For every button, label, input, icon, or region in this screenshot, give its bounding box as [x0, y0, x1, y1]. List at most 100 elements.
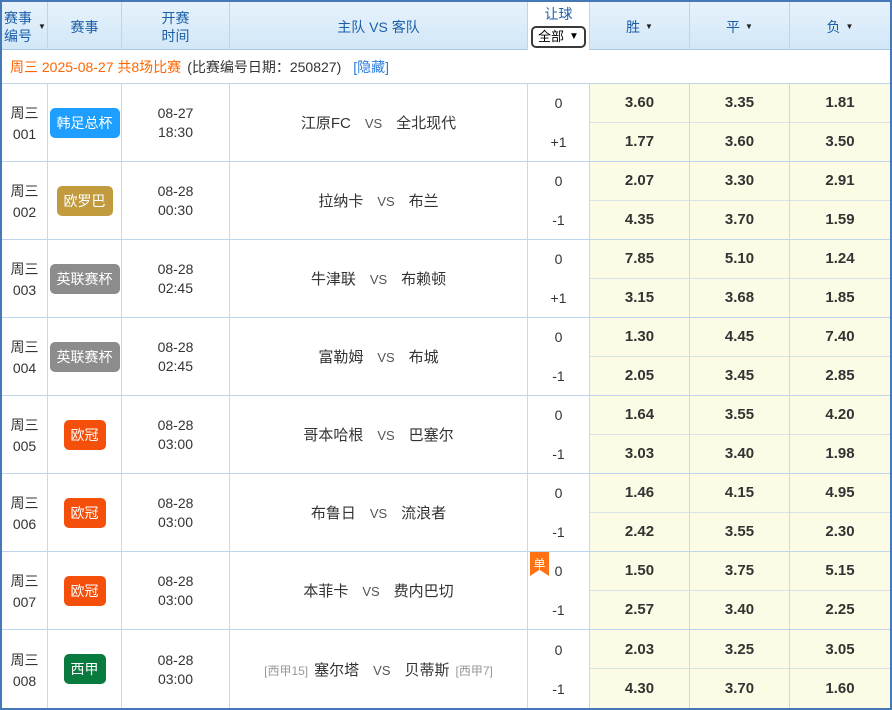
handicap-value: 0 — [528, 84, 589, 123]
handicap-cell: 0 -1 — [528, 162, 590, 239]
match-number-cell: 周三 003 — [2, 240, 48, 317]
win-odds[interactable]: 2.42 — [590, 513, 689, 552]
lose-odds[interactable]: 3.05 — [790, 630, 890, 669]
league-badge: 欧冠 — [64, 576, 106, 606]
draw-odds[interactable]: 3.45 — [690, 357, 789, 396]
lose-odds[interactable]: 1.24 — [790, 240, 890, 279]
header-match-no-sort[interactable]: 赛事编号 ▼ — [2, 2, 48, 51]
lose-odds-cell: 5.15 2.25 — [790, 552, 890, 629]
lose-odds[interactable]: 2.85 — [790, 357, 890, 396]
lose-odds[interactable]: 1.98 — [790, 435, 890, 474]
match-time: 02:45 — [158, 280, 193, 296]
win-odds-cell: 2.07 4.35 — [590, 162, 690, 239]
handicap-cell: 0 -1 — [528, 318, 590, 395]
away-team: 布赖顿 — [401, 271, 446, 288]
win-odds[interactable]: 3.03 — [590, 435, 689, 474]
win-odds[interactable]: 1.30 — [590, 318, 689, 357]
lose-odds[interactable]: 3.50 — [790, 123, 890, 162]
win-odds-cell: 1.46 2.42 — [590, 474, 690, 551]
lose-odds[interactable]: 2.91 — [790, 162, 890, 201]
lose-odds[interactable]: 5.15 — [790, 552, 890, 591]
lose-odds-cell: 7.40 2.85 — [790, 318, 890, 395]
match-date: 08-28 — [158, 495, 194, 511]
draw-odds-cell: 3.30 3.70 — [690, 162, 790, 239]
home-team: 富勒姆 — [318, 349, 363, 366]
match-date: 08-28 — [158, 573, 194, 589]
win-odds[interactable]: 2.03 — [590, 630, 689, 669]
draw-odds-cell: 3.75 3.40 — [690, 552, 790, 629]
handicap-value: -1 — [528, 591, 589, 630]
vs-label: VS — [377, 428, 394, 443]
handicap-cell: 0 -1 — [528, 630, 590, 708]
win-odds[interactable]: 4.35 — [590, 201, 689, 240]
league-badge: 西甲 — [64, 654, 106, 684]
away-team: 布城 — [409, 349, 439, 366]
match-date: 08-28 — [158, 417, 194, 433]
away-team: 贝蒂斯 — [405, 662, 450, 679]
win-odds[interactable]: 3.60 — [590, 84, 689, 123]
win-odds[interactable]: 2.05 — [590, 357, 689, 396]
teams-cell: 哥本哈根VS巴塞尔 — [230, 396, 528, 473]
lose-odds[interactable]: 2.25 — [790, 591, 890, 630]
match-date: 08-28 — [158, 652, 194, 668]
league-badge: 英联赛杯 — [50, 342, 120, 372]
match-no: 001 — [13, 126, 36, 142]
header-lose-sort[interactable]: 负 ▼ — [790, 2, 890, 51]
draw-odds[interactable]: 3.68 — [690, 279, 789, 318]
match-date: 08-27 — [158, 105, 194, 121]
draw-odds[interactable]: 3.25 — [690, 630, 789, 669]
draw-odds[interactable]: 3.60 — [690, 123, 789, 162]
lose-odds-cell: 1.24 1.85 — [790, 240, 890, 317]
win-odds[interactable]: 2.07 — [590, 162, 689, 201]
win-odds[interactable]: 1.50 — [590, 552, 689, 591]
draw-odds[interactable]: 4.45 — [690, 318, 789, 357]
vs-label: VS — [362, 584, 379, 599]
match-day: 周三 — [11, 103, 39, 123]
win-odds[interactable]: 7.85 — [590, 240, 689, 279]
match-number-cell: 周三 005 — [2, 396, 48, 473]
draw-odds[interactable]: 3.55 — [690, 513, 789, 552]
draw-odds[interactable]: 3.55 — [690, 396, 789, 435]
teams-cell: 江原FCVS全北现代 — [230, 84, 528, 161]
win-odds[interactable]: 3.15 — [590, 279, 689, 318]
draw-odds[interactable]: 3.70 — [690, 669, 789, 708]
chevron-down-icon: ▼ — [645, 18, 653, 36]
draw-odds[interactable]: 3.30 — [690, 162, 789, 201]
win-odds[interactable]: 2.57 — [590, 591, 689, 630]
lose-odds[interactable]: 7.40 — [790, 318, 890, 357]
win-odds[interactable]: 4.30 — [590, 669, 689, 708]
draw-odds[interactable]: 4.15 — [690, 474, 789, 513]
lose-odds[interactable]: 1.59 — [790, 201, 890, 240]
table-row: 周三 002 欧罗巴 08-28 00:30 拉纳卡VS布兰 0 -1 2.07… — [2, 162, 890, 240]
win-odds[interactable]: 1.46 — [590, 474, 689, 513]
hide-link[interactable]: [隐藏] — [353, 57, 389, 77]
handicap-value: 0 — [528, 318, 589, 357]
table-row: 周三 008 西甲 08-28 03:00 [西甲15]塞尔塔VS贝蒂斯[西甲7… — [2, 630, 890, 708]
time-cell: 08-27 18:30 — [122, 84, 230, 161]
win-odds[interactable]: 1.64 — [590, 396, 689, 435]
win-odds[interactable]: 1.77 — [590, 123, 689, 162]
handicap-value: +1 — [528, 279, 589, 318]
draw-odds[interactable]: 3.40 — [690, 435, 789, 474]
draw-odds[interactable]: 3.75 — [690, 552, 789, 591]
lose-odds[interactable]: 1.60 — [790, 669, 890, 708]
league-cell: 欧冠 — [48, 474, 122, 551]
header-draw-sort[interactable]: 平 ▼ — [690, 2, 790, 51]
lose-odds[interactable]: 4.20 — [790, 396, 890, 435]
draw-odds[interactable]: 5.10 — [690, 240, 789, 279]
lose-odds[interactable]: 1.85 — [790, 279, 890, 318]
lose-odds[interactable]: 4.95 — [790, 474, 890, 513]
win-odds-cell: 2.03 4.30 — [590, 630, 690, 708]
draw-odds[interactable]: 3.35 — [690, 84, 789, 123]
lose-odds[interactable]: 2.30 — [790, 513, 890, 552]
lose-odds[interactable]: 1.81 — [790, 84, 890, 123]
match-time: 03:00 — [158, 671, 193, 687]
draw-odds[interactable]: 3.70 — [690, 201, 789, 240]
draw-odds[interactable]: 3.40 — [690, 591, 789, 630]
handicap-filter-select[interactable]: 全部 ▼ — [531, 26, 586, 48]
header-start-time: 开赛时间 — [122, 2, 230, 51]
away-team: 全北现代 — [396, 115, 456, 132]
header-win-sort[interactable]: 胜 ▼ — [590, 2, 690, 51]
time-cell: 08-28 02:45 — [122, 318, 230, 395]
match-number-cell: 周三 006 — [2, 474, 48, 551]
